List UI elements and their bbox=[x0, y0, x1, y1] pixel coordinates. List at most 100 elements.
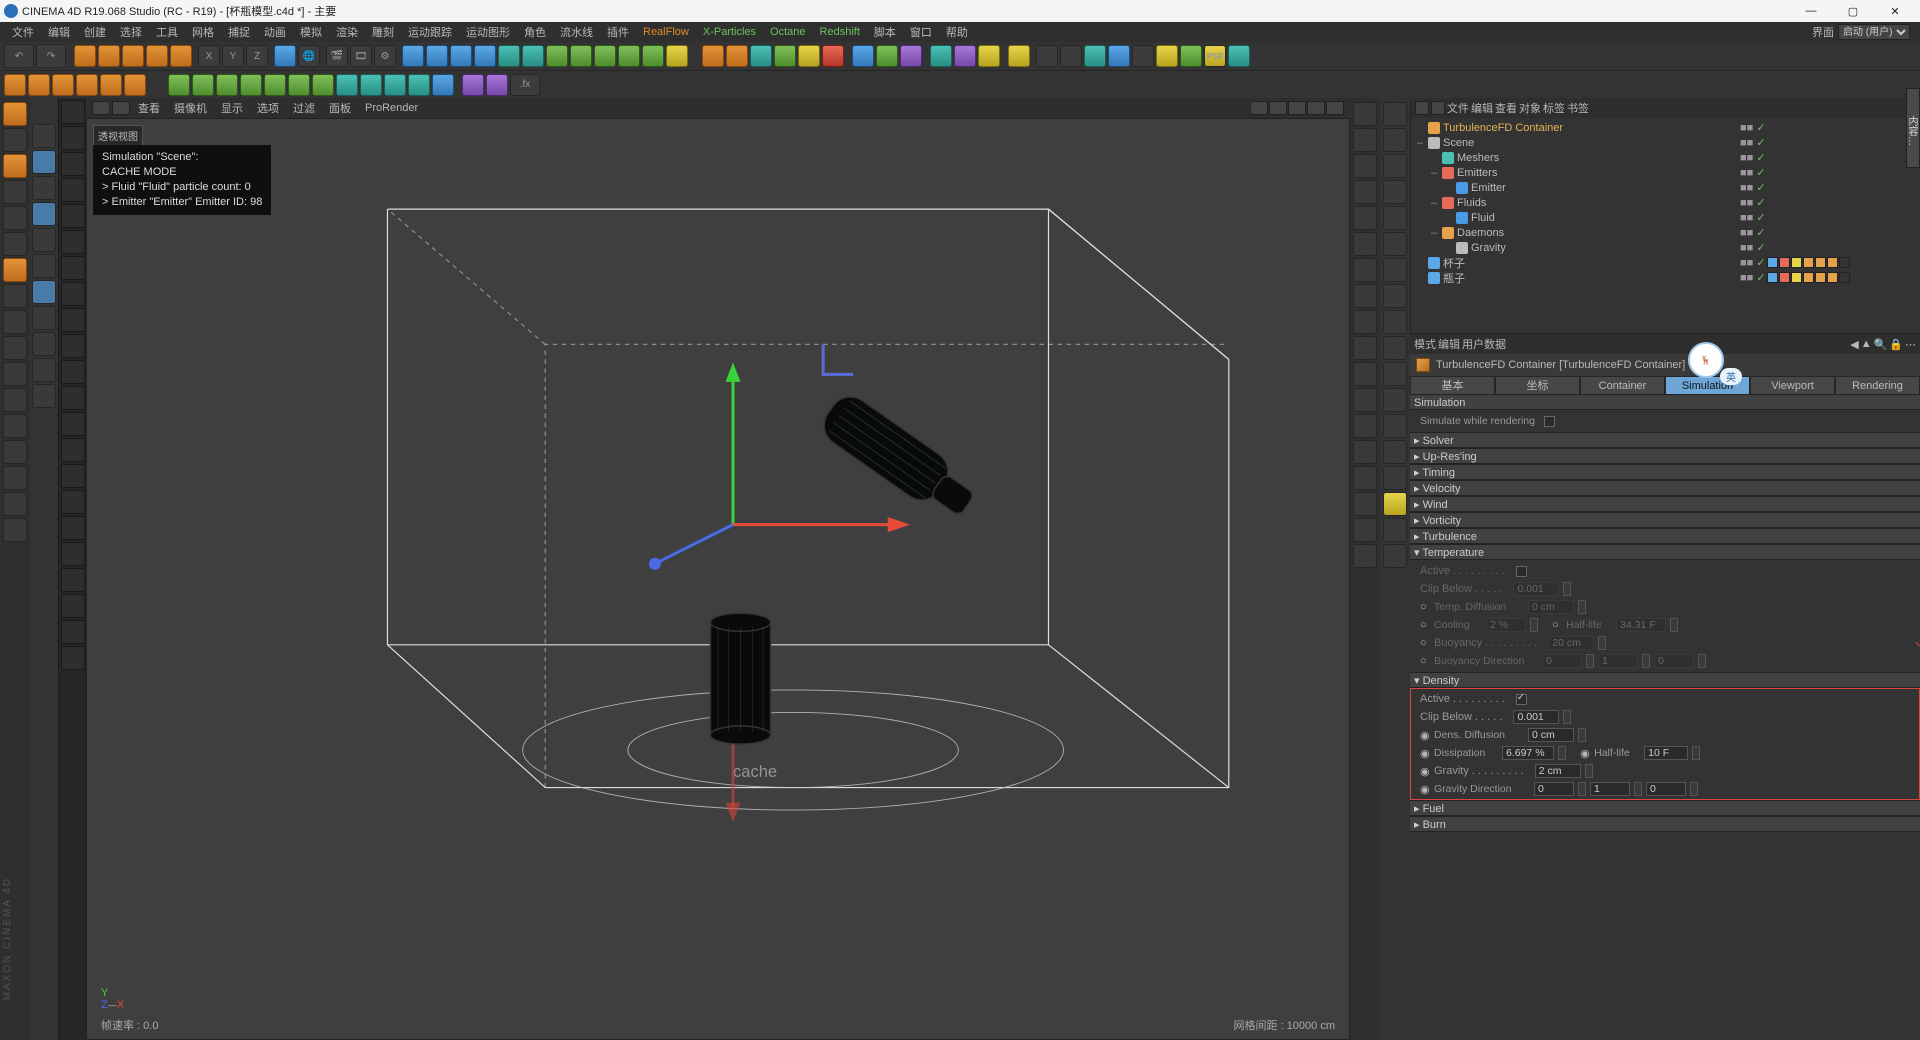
temp-buoydir-x[interactable]: 0 bbox=[1542, 654, 1582, 668]
object-name[interactable]: Emitter bbox=[1471, 182, 1740, 194]
density-active-checkbox[interactable] bbox=[1516, 694, 1527, 705]
toolbar-button[interactable] bbox=[570, 45, 592, 67]
palette-button[interactable] bbox=[1383, 518, 1407, 542]
toolbar-button[interactable] bbox=[240, 74, 262, 96]
temp-buoydir-y[interactable]: 1 bbox=[1598, 654, 1638, 668]
object-name[interactable]: Meshers bbox=[1457, 152, 1740, 164]
spinner-icon[interactable] bbox=[1670, 618, 1678, 632]
spinner-icon[interactable] bbox=[1563, 710, 1571, 724]
tree-row[interactable]: –Scene bbox=[1411, 135, 1740, 150]
render-picture-viewer[interactable]: 🎞 bbox=[350, 45, 372, 67]
tree-row[interactable]: –Daemons bbox=[1411, 225, 1740, 240]
toolbar-button[interactable] bbox=[642, 45, 664, 67]
viewport-nav-icon[interactable] bbox=[1307, 101, 1325, 115]
viewport-icon[interactable] bbox=[92, 101, 110, 115]
toolbar-button[interactable] bbox=[384, 74, 406, 96]
section-header[interactable]: ▸ Up-Res'ing bbox=[1410, 448, 1920, 464]
snap-button[interactable] bbox=[61, 178, 85, 202]
spinner-icon[interactable] bbox=[1578, 600, 1586, 614]
tree-row[interactable]: Emitter bbox=[1411, 180, 1740, 195]
tree-row[interactable]: 杯子 bbox=[1411, 255, 1740, 270]
tool-rotate[interactable] bbox=[146, 45, 168, 67]
toolbar-button[interactable] bbox=[1036, 45, 1058, 67]
section-simulation-header[interactable]: Simulation bbox=[1410, 394, 1920, 410]
temp-clip-below-input[interactable]: 0.001 bbox=[1513, 582, 1559, 596]
object-name[interactable]: 杯子 bbox=[1443, 255, 1740, 271]
attribute-tab[interactable]: 坐标 bbox=[1495, 376, 1580, 394]
section-header[interactable]: ▸ Timing bbox=[1410, 464, 1920, 480]
toolbar-button[interactable] bbox=[498, 45, 520, 67]
menu-item[interactable]: RealFlow bbox=[637, 24, 695, 40]
viewport-menu-item[interactable]: 摄像机 bbox=[168, 99, 213, 117]
tool-button[interactable] bbox=[32, 306, 56, 330]
toolbar-button[interactable] bbox=[100, 74, 122, 96]
obj-nav-icon[interactable] bbox=[1415, 101, 1429, 115]
mode-button[interactable] bbox=[3, 232, 27, 256]
density-halflife-input[interactable]: 10 F bbox=[1644, 746, 1688, 760]
perspective-viewport[interactable]: 透视视图 Simulation "Scene":CACHE MODE> Flui… bbox=[86, 118, 1350, 1040]
toolbar-button[interactable] bbox=[1156, 45, 1178, 67]
toolbar-button[interactable] bbox=[52, 74, 74, 96]
tree-row[interactable]: TurbulenceFD Container bbox=[1411, 120, 1740, 135]
obj-nav-icon[interactable] bbox=[1431, 101, 1445, 115]
section-header[interactable]: ▸ Wind bbox=[1410, 496, 1920, 512]
object-name[interactable]: Fluids bbox=[1457, 197, 1740, 209]
toolbar-button[interactable] bbox=[486, 74, 508, 96]
ime-badge[interactable]: 🦌 bbox=[1688, 342, 1724, 378]
object-name[interactable]: Gravity bbox=[1471, 242, 1740, 254]
tool-button[interactable] bbox=[32, 384, 56, 408]
attr-nav-icon[interactable]: 🔍 bbox=[1874, 338, 1888, 351]
menu-item[interactable]: 网格 bbox=[186, 22, 220, 42]
toolbar-button[interactable] bbox=[360, 74, 382, 96]
toolbar-button[interactable] bbox=[750, 45, 772, 67]
palette-button[interactable] bbox=[1383, 128, 1407, 152]
attribute-tab[interactable]: Container bbox=[1580, 376, 1665, 394]
snap-button[interactable] bbox=[61, 568, 85, 592]
mode-button[interactable] bbox=[3, 492, 27, 516]
mode-button[interactable] bbox=[3, 518, 27, 542]
tree-row[interactable]: Fluid bbox=[1411, 210, 1740, 225]
tree-row[interactable]: –Fluids bbox=[1411, 195, 1740, 210]
snap-button[interactable] bbox=[61, 490, 85, 514]
toolbar-button[interactable] bbox=[1060, 45, 1082, 67]
menu-item[interactable]: 选择 bbox=[114, 22, 148, 42]
object-tag[interactable] bbox=[1791, 272, 1802, 283]
menu-item[interactable]: 动画 bbox=[258, 22, 292, 42]
attribute-tab[interactable]: 基本 bbox=[1410, 376, 1495, 394]
attribute-tab[interactable]: Viewport Preview bbox=[1750, 376, 1835, 394]
axis-x-toggle[interactable]: X bbox=[198, 45, 220, 67]
toolbar-button[interactable] bbox=[216, 74, 238, 96]
palette-button[interactable] bbox=[1353, 102, 1377, 126]
section-header[interactable]: ▸ Vorticity bbox=[1410, 512, 1920, 528]
object-tag[interactable] bbox=[1779, 257, 1790, 268]
attr-menu-item[interactable]: 模式 bbox=[1414, 336, 1436, 352]
menu-item[interactable]: 运动图形 bbox=[460, 22, 516, 42]
axis-y-toggle[interactable]: Y bbox=[222, 45, 244, 67]
tool-live-selection[interactable] bbox=[74, 45, 96, 67]
toolbar-button[interactable] bbox=[522, 45, 544, 67]
temp-cooling-input[interactable]: 2 % bbox=[1486, 618, 1526, 632]
tool-button[interactable] bbox=[32, 358, 56, 382]
viewport-menu-item[interactable]: 过滤 bbox=[287, 99, 321, 117]
toolbar-button[interactable] bbox=[408, 74, 430, 96]
density-diffusion-input[interactable]: 0 cm bbox=[1528, 728, 1574, 742]
visibility-dots[interactable]: ■■ ✓ bbox=[1740, 151, 1766, 164]
palette-button[interactable] bbox=[1353, 206, 1377, 230]
toolbar-button[interactable] bbox=[798, 45, 820, 67]
palette-button[interactable] bbox=[1353, 128, 1377, 152]
spinner-icon[interactable] bbox=[1634, 782, 1642, 796]
visibility-dots[interactable]: ■■ ✓ bbox=[1740, 241, 1766, 254]
palette-button[interactable] bbox=[1353, 154, 1377, 178]
menu-item[interactable]: 角色 bbox=[518, 22, 552, 42]
density-gravdir-x[interactable]: 0 bbox=[1534, 782, 1574, 796]
palette-button[interactable] bbox=[1383, 466, 1407, 490]
snap-button[interactable] bbox=[61, 360, 85, 384]
snap-button[interactable] bbox=[61, 412, 85, 436]
palette-button[interactable] bbox=[1383, 310, 1407, 334]
palette-button[interactable] bbox=[1383, 232, 1407, 256]
toolbar-button[interactable] bbox=[876, 45, 898, 67]
viewport-menu-item[interactable]: ProRender bbox=[359, 101, 424, 115]
menu-item[interactable]: X-Particles bbox=[697, 24, 762, 40]
toolbar-button[interactable] bbox=[954, 45, 976, 67]
close-button[interactable]: ✕ bbox=[1874, 0, 1916, 22]
